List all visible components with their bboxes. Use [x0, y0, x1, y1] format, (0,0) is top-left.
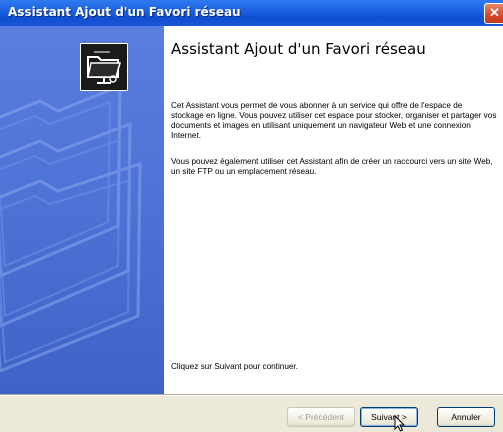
cancel-button[interactable]: Annuler: [437, 407, 495, 427]
intro-paragraph: Cet Assistant vous permet de vous abonne…: [171, 101, 497, 140]
continue-instruction: Cliquez sur Suivant pour continuer.: [171, 362, 298, 371]
back-button[interactable]: < Précédent: [287, 407, 355, 427]
shortcut-paragraph: Vous pouvez également utiliser cet Assis…: [171, 157, 493, 176]
title-bar[interactable]: Assistant Ajout d'un Favori réseau ✕: [0, 0, 503, 26]
wizard-sidebar: [0, 26, 164, 394]
close-button[interactable]: ✕: [484, 3, 503, 24]
mouse-cursor-icon: [394, 415, 406, 432]
button-separator: [0, 394, 503, 396]
page-title: Assistant Ajout d'un Favori réseau: [171, 40, 426, 58]
wizard-window: Assistant Ajout d'un Favori réseau ✕ Ass…: [0, 0, 503, 432]
network-folder-icon: [80, 43, 128, 91]
wizard-content: Assistant Ajout d'un Favori réseau Cet A…: [164, 26, 503, 394]
next-button[interactable]: Suivant >: [360, 407, 418, 427]
close-icon: ✕: [489, 5, 500, 20]
window-title: Assistant Ajout d'un Favori réseau: [8, 5, 241, 19]
